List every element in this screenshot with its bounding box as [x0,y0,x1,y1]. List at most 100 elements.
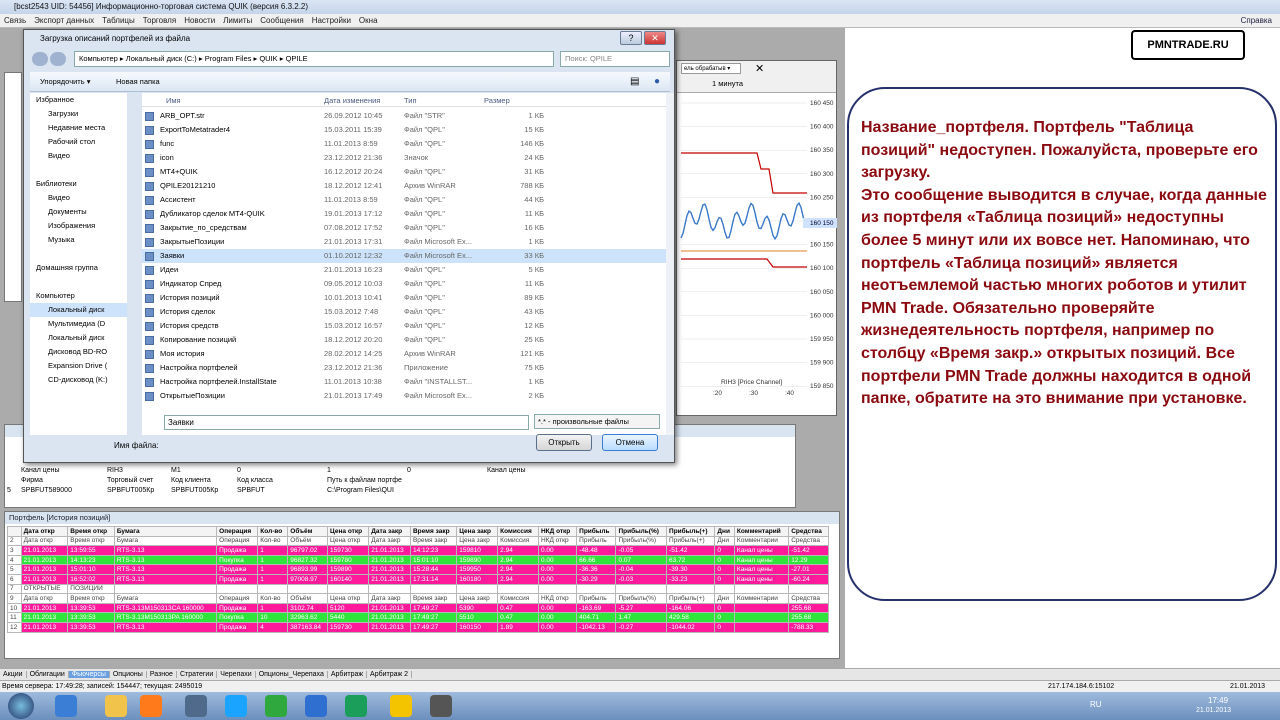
file-row[interactable]: Идеи 21.01.2013 16:23 Файл "QPL" 5 КБ [142,263,672,277]
nav-item[interactable]: Рабочий стол [30,135,127,149]
warning-icon[interactable] [390,695,412,717]
history-row[interactable]: 5 21.01.2013 15:01:10 RTS-3.13 Продажа 1 96893… [7,564,829,575]
workspace-tab[interactable]: Арбитраж 2 [367,671,413,678]
history-row[interactable]: 10 21.01.2013 13:39:53 RTS-3.13M150313CA 16… [7,602,829,614]
nav-item[interactable]: Изображения [30,219,127,233]
breadcrumb-item[interactable]: Program Files [205,54,252,63]
file-row[interactable]: ARB_OPT.str 26.09.2012 10:45 Файл "STR" 1 К… [142,109,672,123]
file-row[interactable]: MT4+QUIK 16.12.2012 20:24 Файл "QPL" 31 КБ [142,165,672,179]
file-row[interactable]: История средств 15.03.2012 16:57 Файл "QPL… [142,319,672,333]
history-header-cell[interactable]: Дата закр [368,526,411,537]
history-row[interactable]: 7 ОТКРЫТЫЕ ПОЗИЦИИ [7,583,829,595]
nav-item[interactable]: Документы [30,205,127,219]
app-icon[interactable] [185,695,207,717]
file-row[interactable]: Заявки 01.10.2012 12:32 Файл Microsoft Ex.… [142,249,672,263]
clock-time[interactable]: 17:49 [1208,696,1228,705]
breadcrumb-item[interactable]: Локальный диск (C:) [126,54,197,63]
workspace-tab[interactable]: Облигации [26,671,69,678]
history-header-cell[interactable]: Время откр [67,526,115,537]
breadcrumb-item[interactable]: QUIK [259,54,277,63]
file-row[interactable]: Моя история 28.02.2012 14:25 Архив WinRAR 1… [142,347,672,361]
organize-button[interactable]: Упорядочить ▾ [40,72,90,92]
skype-icon[interactable] [225,695,247,717]
history-header-cell[interactable] [7,526,22,537]
workspace-tab[interactable]: Разное [146,671,177,678]
history-header-cell[interactable]: Цена закр [456,526,499,537]
nav-item[interactable]: Локальный диск [30,303,127,317]
quik-icon[interactable] [345,695,367,717]
history-header-cell[interactable]: Средства [788,526,829,537]
history-header-cell[interactable]: Прибыль(%) [615,526,668,537]
history-header-cell[interactable]: Время закр [409,526,458,537]
cancel-button[interactable]: Отмена [602,434,658,451]
file-row[interactable]: icon 23.12.2012 21:36 Значок 24 КБ [142,151,672,165]
breadcrumb-item[interactable]: Компьютер [79,54,118,63]
history-row[interactable]: 6 21.01.2013 16:52:02 RTS-3.13 Продажа 1 97008… [7,573,829,585]
history-row[interactable]: 4 21.01.2013 14:13:23 RTS-3.13 Покупка 1 96827… [7,554,829,566]
nav-item[interactable]: CD-дисковод (K:) [30,373,127,387]
screen-icon[interactable] [305,695,327,717]
history-header-cell[interactable]: Комиссия [497,526,539,537]
nav-item[interactable]: Мультимедиа (D [30,317,127,331]
nav-item[interactable]: Expansion Drive ( [30,359,127,373]
nav-item[interactable]: Загрузки [30,107,127,121]
nav-item[interactable]: Избранное [30,93,127,107]
file-row[interactable]: Настройка портфелей 23.12.2012 21:36 Прило… [142,361,672,375]
file-row[interactable]: ЗакрытыеПозиции 21.01.2013 17:31 Файл Micr… [142,235,672,249]
file-row[interactable]: История позиций 10.01.2013 10:41 Файл "QPL… [142,291,672,305]
file-row[interactable]: Индикатор Спред 09.05.2012 10:03 Файл "QPL… [142,277,672,291]
nav-item[interactable]: Музыка [30,233,127,247]
file-row[interactable]: ОткрытыеПозиции 21.01.2013 17:49 Файл Micr… [142,389,672,403]
window-icon[interactable] [430,695,452,717]
help-menu[interactable]: Справка [1241,14,1272,28]
file-row[interactable]: ExportToMetatrader4 15.03.2011 15:39 Файл … [142,123,672,137]
start-button[interactable] [8,693,34,719]
language-indicator[interactable]: RU [1090,700,1102,709]
file-row[interactable]: Закрытие_по_средствам 07.08.2012 17:52 Фай… [142,221,672,235]
column-type[interactable]: Тип [404,96,417,105]
menu-item[interactable]: Торговля [143,16,176,25]
nav-item[interactable]: Библиотеки [30,177,127,191]
workspace-tab[interactable]: Черепахи [217,671,256,678]
forward-icon[interactable] [50,52,66,66]
file-row[interactable]: QPILE20121210 18.12.2012 12:41 Архив WinRA… [142,179,672,193]
menu-item[interactable]: Окна [359,16,378,25]
nav-item[interactable]: Видео [30,191,127,205]
new-folder-button[interactable]: Новая папка [116,72,160,92]
nav-item[interactable]: Компьютер [30,289,127,303]
menu-item[interactable]: Таблицы [102,16,135,25]
history-header-cell[interactable]: Дни [714,526,735,537]
history-header-cell[interactable]: Комментарий [733,526,790,537]
clock-date[interactable]: 21.01.2013 [1196,707,1231,714]
file-row[interactable]: История сделок 15.03.2012 7:48 Файл "QPL" 4… [142,305,672,319]
workspace-tab[interactable]: Стратегии [176,671,218,678]
history-header-cell[interactable]: Объём [287,526,329,537]
menu-item[interactable]: Связь [4,16,26,25]
file-row[interactable]: func 11.01.2013 8:59 Файл "QPL" 146 КБ [142,137,672,151]
utorrent-icon[interactable] [265,695,287,717]
menu-item[interactable]: Сообщения [260,16,303,25]
file-row[interactable]: Дубликатор сделок MT4-QUIK 19.01.2013 17:… [142,207,672,221]
office-icon[interactable] [140,695,162,717]
menu-item[interactable]: Экспорт данных [34,16,94,25]
menu-item[interactable]: Новости [184,16,215,25]
back-icon[interactable] [32,52,48,66]
nav-item[interactable]: Дисковод BD-RO [30,345,127,359]
history-header-cell[interactable]: НКД откр [537,526,578,537]
address-bar[interactable]: Компьютер ▸ Локальный диск (C:) ▸ Progra… [74,51,554,67]
history-header-cell[interactable]: Прибыль [576,526,617,537]
nav-item[interactable]: Домашняя группа [30,261,127,275]
history-row[interactable]: 3 21.01.2013 13:59:55 RTS-3.13 Продажа 1 96797… [7,545,829,556]
history-header-cell[interactable]: Операция [216,526,259,537]
history-header-cell[interactable]: Цена откр [327,526,370,537]
open-button[interactable]: Открыть [536,434,592,451]
nav-item[interactable]: Видео [30,149,127,163]
history-header-cell[interactable]: Бумага [113,526,218,537]
menu-item[interactable]: Настройки [312,16,351,25]
history-row[interactable]: 11 21.01.2013 13:39:53 RTS-3.13M150313PA 16… [7,612,829,623]
search-input[interactable]: Поиск: QPILE [560,51,670,67]
history-header-cell[interactable]: Дата откр [20,526,69,537]
column-date[interactable]: Дата изменения [324,96,380,105]
workspace-tab[interactable]: Арбитраж [327,671,368,678]
workspace-tab[interactable]: Опционы_Черепаха [255,671,328,678]
